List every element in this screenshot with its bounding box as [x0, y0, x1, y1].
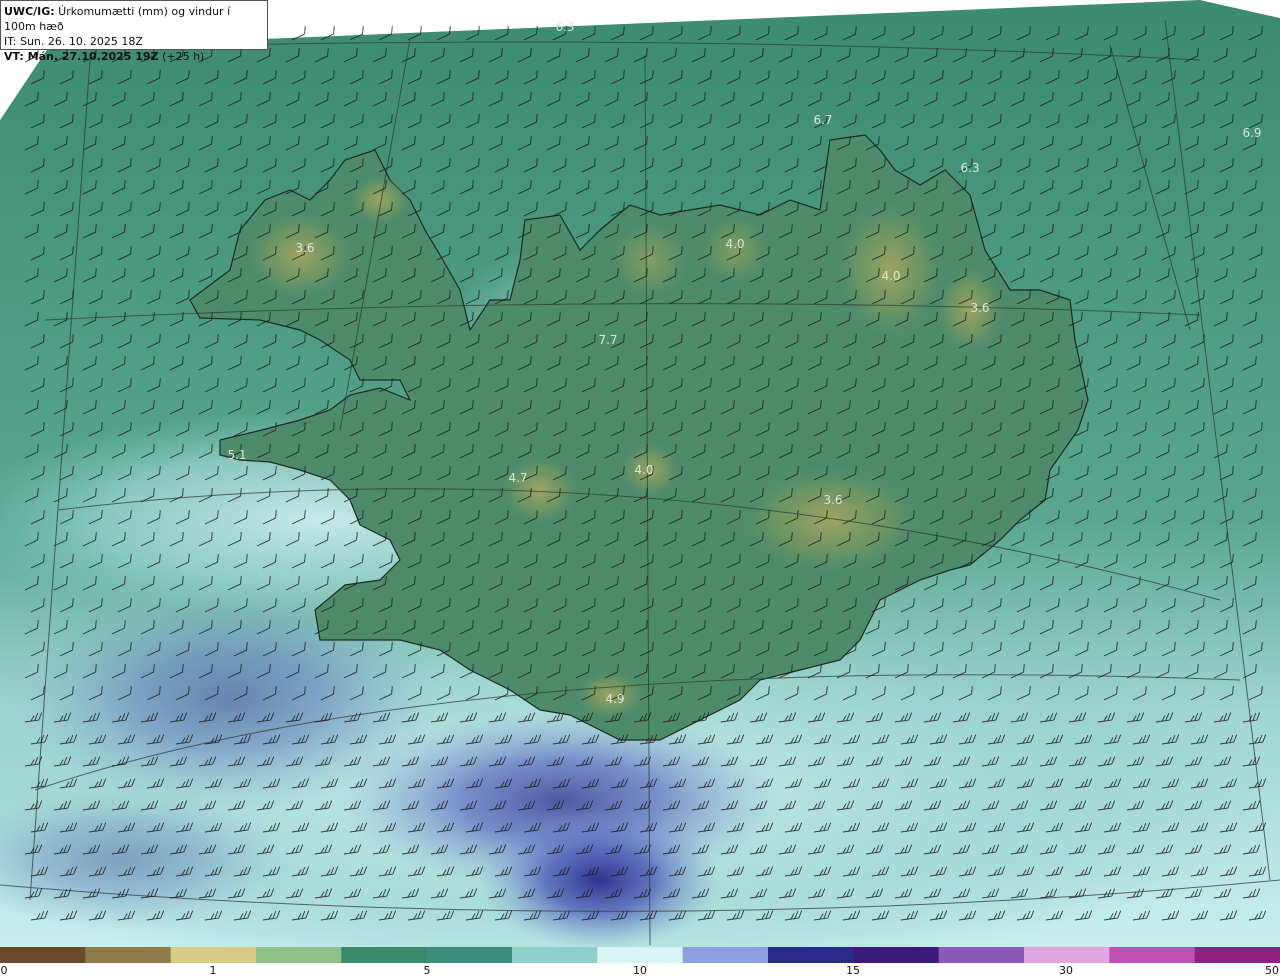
lead-time: (+25 h) — [158, 50, 205, 63]
legend-swatch — [1024, 947, 1110, 963]
value-3-6-vatnajokull: 3.6 — [823, 493, 842, 507]
valid-time: Mán. 27.10.2025 19Z — [27, 50, 159, 63]
legend-tick-label: 30 — [1059, 964, 1073, 977]
legend-swatch — [0, 947, 86, 963]
value-4-9-myrdalsjokull: 4.9 — [605, 692, 624, 706]
value-6-9-northeast: 6.9 — [1242, 126, 1261, 140]
legend-swatch — [85, 947, 172, 963]
legend-tick-label: 50 — [1265, 964, 1279, 977]
legend-swatch — [853, 947, 940, 963]
value-4-0-trollaskagi: 4.0 — [725, 237, 744, 251]
legend-swatch — [256, 947, 342, 963]
title-line: UWC/IG: Úrkomumætti (mm) og vindur í 100… — [4, 4, 264, 34]
legend-swatch — [768, 947, 854, 963]
legend-tick-label: 0 — [0, 964, 8, 977]
legend-swatch — [426, 947, 513, 963]
legend-swatch — [512, 947, 598, 963]
legend-tick-label: 10 — [633, 964, 647, 977]
legend-tick-label: 5 — [423, 964, 431, 977]
value-7-7-central: 7.7 — [598, 333, 617, 347]
value-4-7-langjokull: 4.7 — [508, 471, 527, 485]
init-time: IT: Sun. 26. 10. 2025 18Z — [4, 35, 143, 48]
legend-swatch — [341, 947, 428, 963]
value-4-0-northeast: 4.0 — [881, 269, 900, 283]
legend-tick-label: 1 — [209, 964, 217, 977]
legend-swatch — [682, 947, 769, 963]
legend-swatch — [1194, 947, 1280, 963]
legend-colorbar — [0, 947, 1280, 963]
legend-swatch — [597, 947, 684, 963]
map-info-box: UWC/IG: Úrkomumætti (mm) og vindur í 100… — [0, 0, 268, 63]
legend-swatch — [170, 947, 257, 963]
map-canvas: 6.3 6.7 6.9 6.3 3.6 4.0 4.0 3.6 7.7 5.1 4.7 4.0 3.6 4… — [0, 0, 1280, 947]
color-legend: 0 1 5 10 15 30 50 — [0, 947, 1280, 978]
valid-prefix: VT: — [4, 50, 28, 63]
value-3-6-east: 3.6 — [970, 301, 989, 315]
value-6-7-north: 6.7 — [813, 113, 832, 127]
precipitation-wind-map: 6.3 6.7 6.9 6.3 3.6 4.0 4.0 3.6 7.7 5.1 4.7 4.0 3.6 4… — [0, 0, 1280, 947]
value-3-6-westfjords: 3.6 — [295, 241, 314, 255]
value-5-1-snaefellsnes: 5.1 — [227, 448, 246, 462]
value-6-3-north: 6.3 — [555, 20, 574, 34]
value-6-3-east: 6.3 — [960, 161, 979, 175]
valid-time-line: VT: Mán. 27.10.2025 19Z (+25 h) — [4, 49, 264, 64]
legend-tick-label: 15 — [846, 964, 860, 977]
product-code: UWC/IG: — [4, 5, 55, 18]
value-4-0-hofsjokull: 4.0 — [634, 463, 653, 477]
moist-deep-blue — [480, 810, 720, 947]
legend-swatch — [1109, 947, 1196, 963]
legend-swatch — [938, 947, 1025, 963]
